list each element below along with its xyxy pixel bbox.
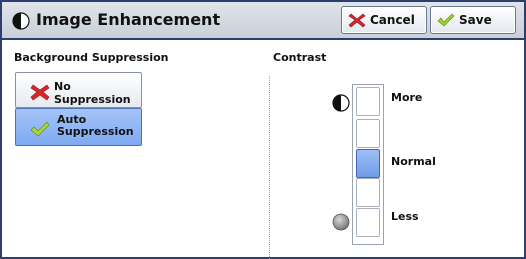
save-button[interactable]: Save [430,6,516,34]
background-suppression-label: Background Suppression [14,51,169,64]
red-x-icon [30,84,50,101]
less-contrast-icon [332,213,350,231]
contrast-level-less[interactable] [356,208,380,237]
contrast-level-4[interactable] [356,178,380,207]
contrast-level-more[interactable] [356,87,380,116]
contrast-level-normal[interactable] [356,149,380,178]
image-enhancement-dialog: Image Enhancement Cancel Save Background… [0,0,526,259]
save-label: Save [459,13,492,27]
auto-suppression-label: Auto Suppression [57,114,134,138]
contrast-normal-label: Normal [391,155,436,168]
green-check-icon [30,121,50,137]
more-contrast-icon [332,94,350,112]
contrast-level-column [352,84,384,245]
auto-suppression-label-line2: Suppression [57,125,134,138]
no-suppression-option[interactable]: No Suppression [15,72,142,108]
contrast-less-label: Less [391,210,419,223]
contrast-level-2[interactable] [356,119,380,148]
section-divider [269,76,270,259]
title-bar: Image Enhancement Cancel Save [2,2,524,40]
green-check-icon [437,13,455,27]
auto-suppression-option[interactable]: Auto Suppression [15,108,142,146]
cancel-label: Cancel [370,13,415,27]
contrast-label: Contrast [273,51,327,64]
contrast-circle-icon [12,12,30,30]
cancel-button[interactable]: Cancel [341,6,427,34]
contrast-more-label: More [391,91,423,104]
no-suppression-label: No Suppression [54,80,131,106]
dialog-title: Image Enhancement [36,10,221,29]
red-x-icon [348,13,366,28]
